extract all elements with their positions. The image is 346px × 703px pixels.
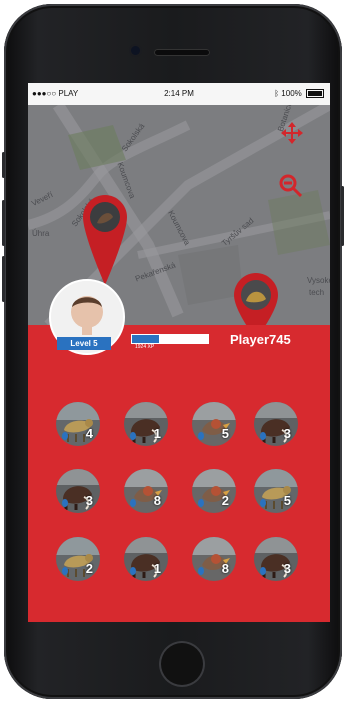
token-count: 1 xyxy=(153,561,161,576)
home-button[interactable] xyxy=(159,641,205,687)
side-button xyxy=(2,152,5,178)
water-drop-icon xyxy=(198,432,204,440)
creature-token[interactable]: 1 xyxy=(124,537,168,581)
move-map-icon[interactable] xyxy=(281,122,303,144)
water-drop-icon xyxy=(260,432,266,440)
token-count: 4 xyxy=(85,426,93,441)
water-drop-icon xyxy=(130,567,136,575)
earpiece-speaker xyxy=(154,49,210,56)
token-count: 8 xyxy=(153,493,161,508)
side-button xyxy=(341,186,344,246)
creature-token[interactable]: 5 xyxy=(192,402,236,446)
token-count: 3 xyxy=(283,561,291,576)
creature-token[interactable]: 2 xyxy=(56,537,100,581)
water-drop-icon xyxy=(62,432,68,440)
creature-token[interactable]: 8 xyxy=(124,469,168,513)
creature-token[interactable]: 2 xyxy=(192,469,236,513)
map-label: tech xyxy=(309,288,325,297)
app-screen: ●●●○○ PLAY 2:14 PM ᛒ 100% Sokolská Koumc… xyxy=(28,83,330,622)
pin-icon xyxy=(83,195,127,285)
zoom-out-icon[interactable] xyxy=(278,173,302,197)
water-drop-icon xyxy=(62,567,68,575)
creature-token[interactable]: 3 xyxy=(56,469,100,513)
front-camera xyxy=(131,46,140,55)
creature-token[interactable]: 3 xyxy=(254,537,298,581)
token-count: 1 xyxy=(153,426,161,441)
pin-icon xyxy=(234,273,278,325)
map-label: Úhra xyxy=(32,229,50,238)
token-count: 5 xyxy=(221,426,229,441)
token-count: 5 xyxy=(283,493,291,508)
battery-icon xyxy=(306,89,324,99)
water-drop-icon xyxy=(130,499,136,507)
token-count: 8 xyxy=(221,561,229,576)
creature-token[interactable]: 5 xyxy=(254,469,298,513)
magnifier-icon xyxy=(279,174,302,197)
water-drop-icon xyxy=(198,499,204,507)
creature-grid: 4 1 5 3 3 8 2 5 2 1 8 3 xyxy=(28,402,330,592)
status-bar: ●●●○○ PLAY 2:14 PM ᛒ 100% xyxy=(28,83,330,105)
xp-label: 1924 XP xyxy=(135,344,155,350)
bluetooth-icon: ᛒ xyxy=(274,89,280,98)
water-drop-icon xyxy=(260,499,266,507)
map-label: Vysoké xyxy=(307,276,330,285)
creature-token[interactable]: 3 xyxy=(254,402,298,446)
xp-progress-bar xyxy=(131,334,209,344)
level-badge: Level 5 xyxy=(57,337,111,350)
battery-label: 100% xyxy=(281,89,302,98)
battery-status: ᛒ 100% xyxy=(274,89,324,99)
water-drop-icon xyxy=(198,567,204,575)
token-count: 3 xyxy=(283,426,291,441)
move-arrows-icon xyxy=(281,122,303,144)
water-drop-icon xyxy=(260,567,266,575)
token-count: 3 xyxy=(85,493,93,508)
water-drop-icon xyxy=(130,432,136,440)
creature-token[interactable]: 4 xyxy=(56,402,100,446)
token-count: 2 xyxy=(85,561,93,576)
side-button xyxy=(2,256,5,302)
side-button xyxy=(2,200,5,246)
creature-token[interactable]: 1 xyxy=(124,402,168,446)
token-count: 2 xyxy=(221,493,229,508)
xp-progress-fill xyxy=(132,335,159,343)
creature-token[interactable]: 8 xyxy=(192,537,236,581)
player-name: Player745 xyxy=(230,332,291,347)
water-drop-icon xyxy=(62,499,68,507)
